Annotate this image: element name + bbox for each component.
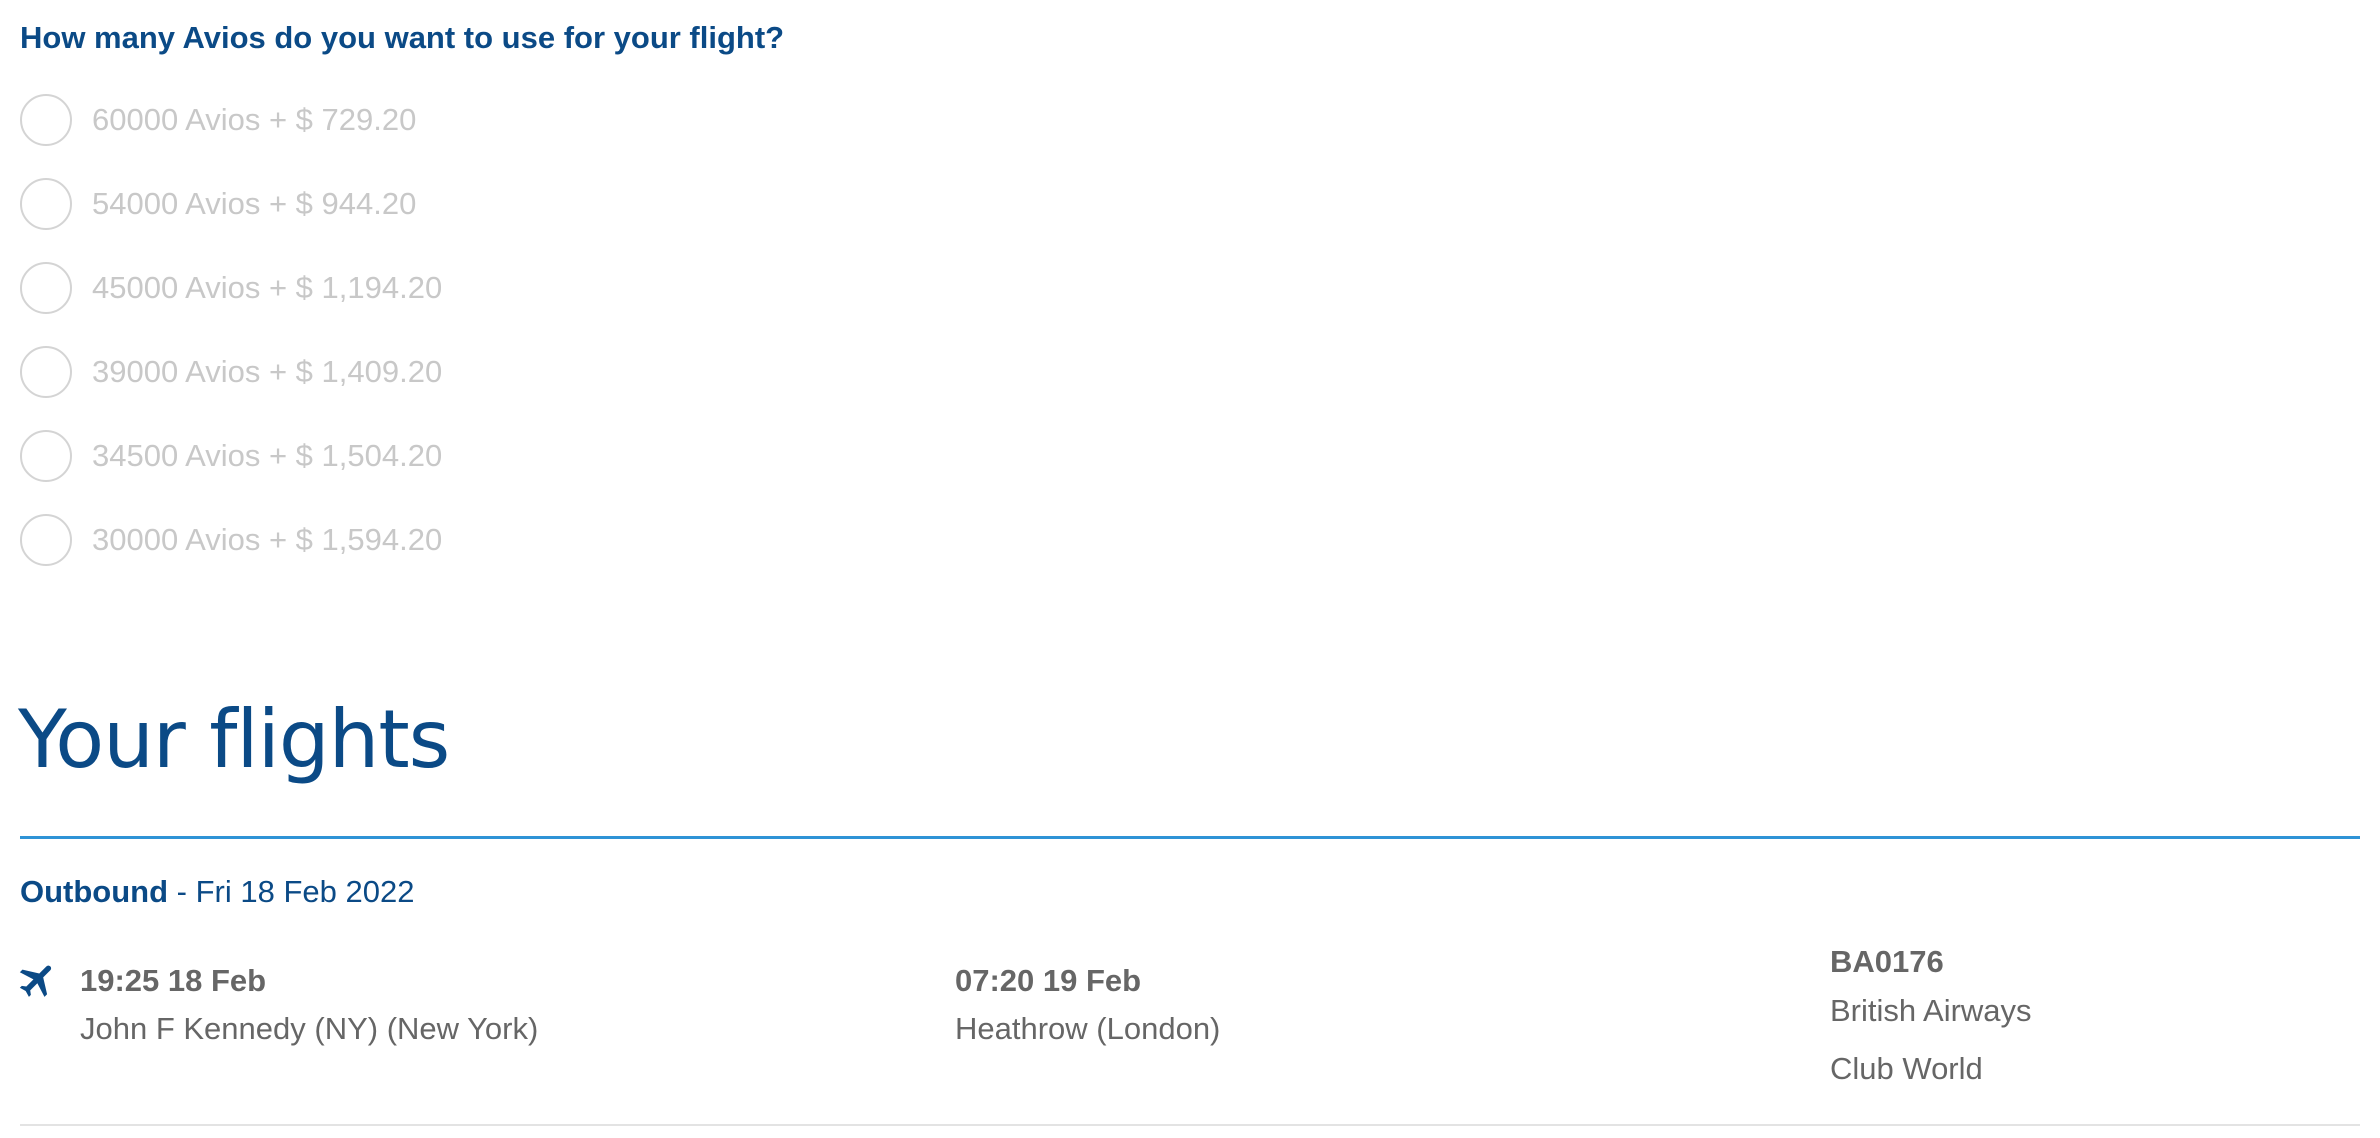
- avios-option-label: 45000 Avios + $ 1,194.20: [92, 270, 443, 305]
- radio-button[interactable]: [20, 178, 72, 230]
- arrival-time: 07:20 19 Feb: [955, 963, 1142, 998]
- avios-option[interactable]: 54000 Avios + $ 944.20: [20, 178, 442, 230]
- flight-row-divider: [20, 1124, 2360, 1126]
- your-flights-heading: Your flights: [18, 693, 450, 786]
- avios-question: How many Avios do you want to use for yo…: [20, 20, 785, 55]
- plane-icon: [19, 965, 52, 997]
- cabin-class: Club World: [1830, 1051, 1983, 1086]
- radio-button[interactable]: [20, 94, 72, 146]
- avios-options-list: 60000 Avios + $ 729.20 54000 Avios + $ 9…: [20, 94, 442, 598]
- radio-button[interactable]: [20, 346, 72, 398]
- outbound-label: Outbound: [20, 874, 169, 909]
- avios-option-label: 60000 Avios + $ 729.20: [92, 102, 417, 137]
- outbound-date: - Fri 18 Feb 2022: [168, 874, 415, 909]
- outbound-date-line: Outbound - Fri 18 Feb 2022: [20, 872, 414, 912]
- airline-name: British Airways: [1830, 993, 2032, 1028]
- avios-option[interactable]: 34500 Avios + $ 1,504.20: [20, 430, 442, 482]
- radio-button[interactable]: [20, 514, 72, 566]
- radio-button[interactable]: [20, 262, 72, 314]
- avios-option[interactable]: 39000 Avios + $ 1,409.20: [20, 346, 442, 398]
- arrival-airport: Heathrow (London): [955, 1011, 1221, 1046]
- departure-airport: John F Kennedy (NY) (New York): [80, 1011, 539, 1046]
- avios-option[interactable]: 45000 Avios + $ 1,194.20: [20, 262, 442, 314]
- radio-button[interactable]: [20, 430, 72, 482]
- departure-time: 19:25 18 Feb: [80, 963, 267, 998]
- avios-option-label: 54000 Avios + $ 944.20: [92, 186, 417, 221]
- page: How many Avios do you want to use for yo…: [0, 0, 2380, 1138]
- avios-option-label: 39000 Avios + $ 1,409.20: [92, 354, 443, 389]
- flight-number: BA0176: [1830, 944, 1944, 979]
- avios-option[interactable]: 30000 Avios + $ 1,594.20: [20, 514, 442, 566]
- avios-option-label: 30000 Avios + $ 1,594.20: [92, 522, 443, 557]
- avios-option-label: 34500 Avios + $ 1,504.20: [92, 438, 443, 473]
- section-divider: [20, 836, 2360, 839]
- avios-option[interactable]: 60000 Avios + $ 729.20: [20, 94, 442, 146]
